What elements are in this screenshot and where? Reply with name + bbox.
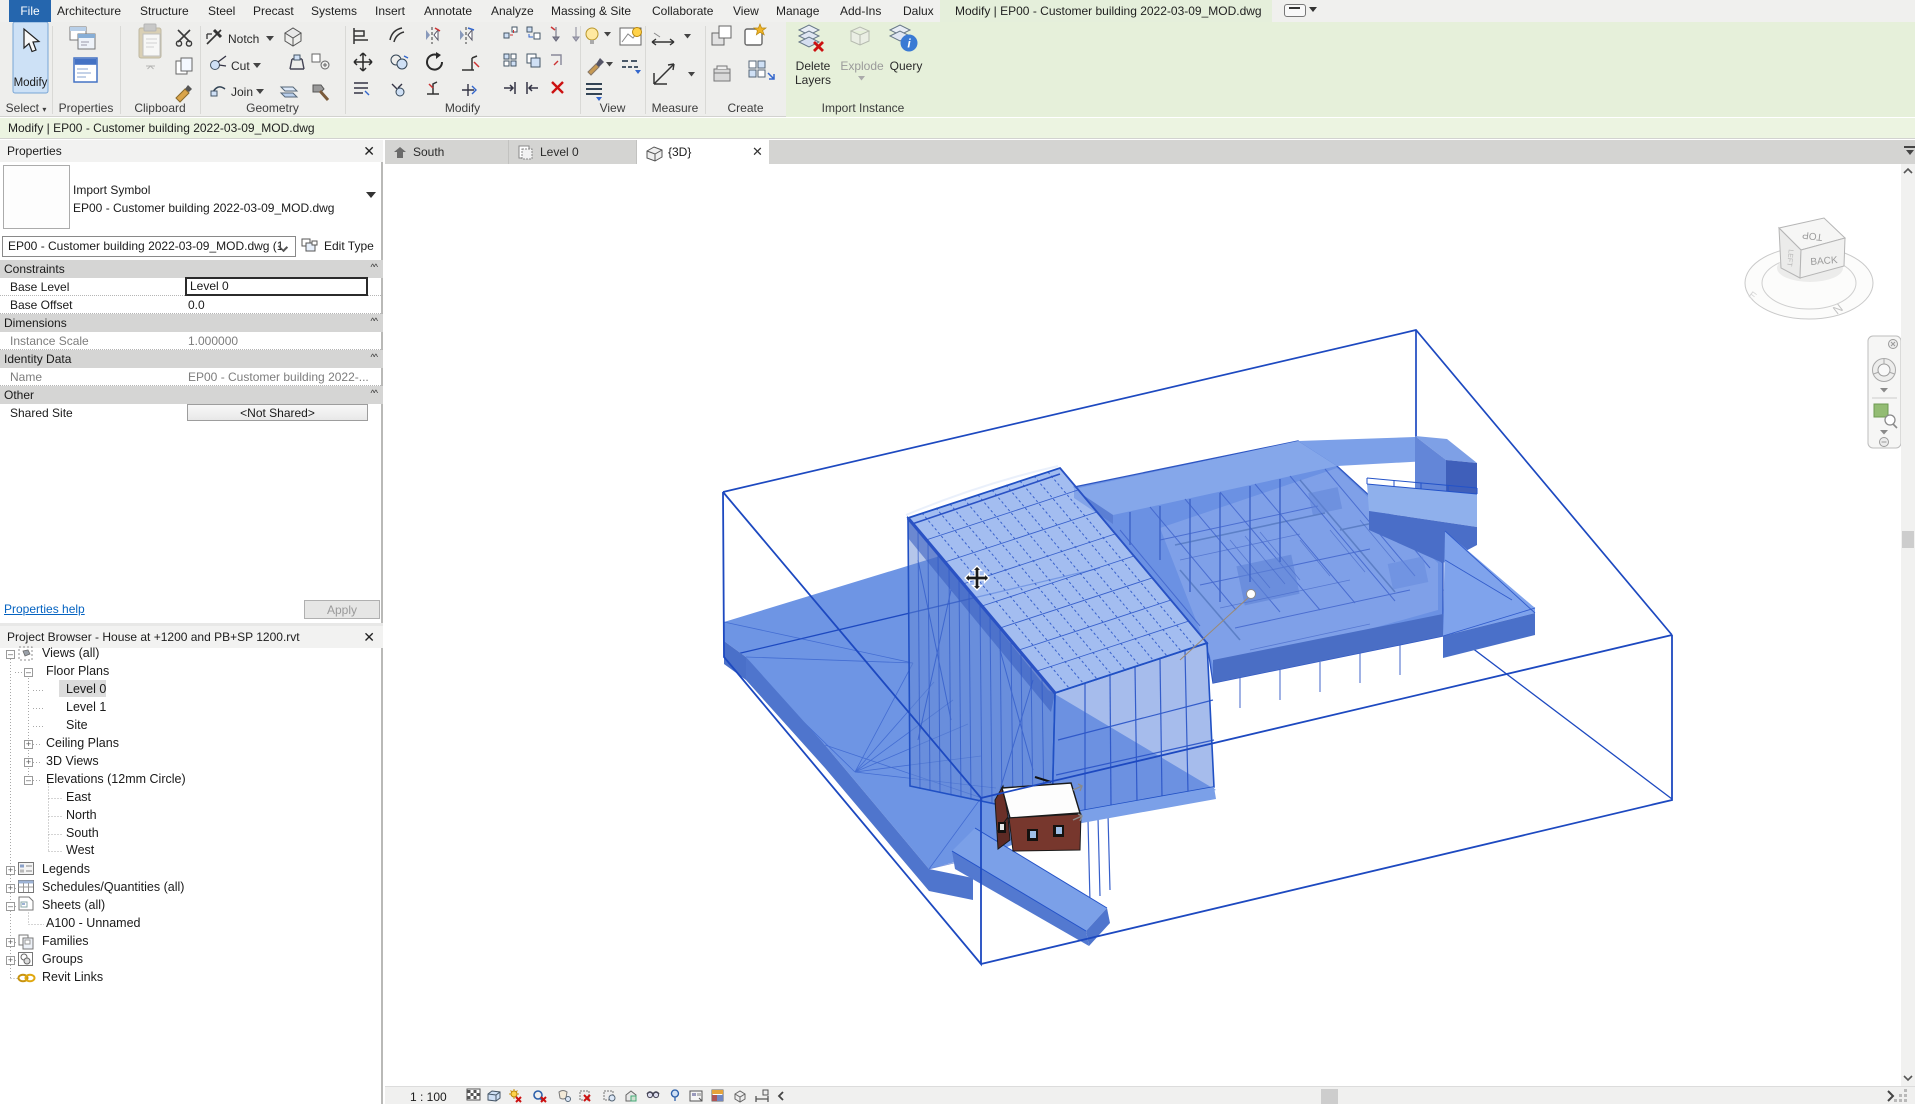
- svg-text:Cut: Cut: [231, 59, 250, 73]
- svg-text:Layers: Layers: [795, 73, 831, 87]
- svg-text:Modify: Modify: [14, 77, 48, 89]
- svg-text:Notch: Notch: [228, 32, 259, 46]
- svg-text:BACK: BACK: [1810, 255, 1838, 268]
- svg-text:Query: Query: [890, 59, 923, 73]
- svg-text:Delete: Delete: [796, 59, 831, 73]
- svg-text:Explode: Explode: [840, 59, 884, 73]
- svg-text:Join: Join: [231, 85, 253, 99]
